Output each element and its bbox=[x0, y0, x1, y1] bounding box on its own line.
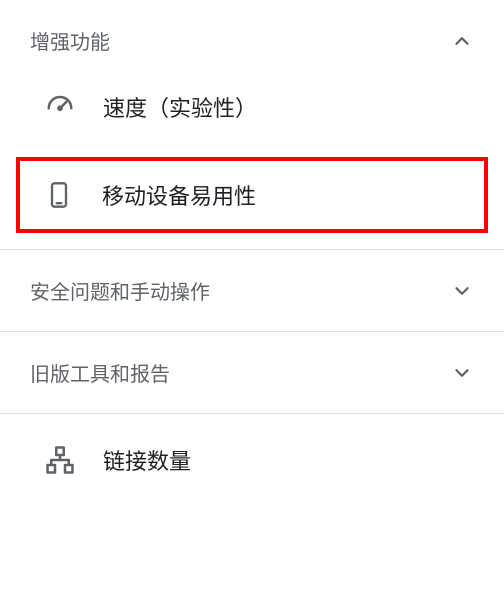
section-title: 增强功能 bbox=[30, 26, 110, 55]
section-title: 安全问题和手动操作 bbox=[30, 276, 210, 305]
section-legacy: 旧版工具和报告 bbox=[0, 332, 504, 414]
section-security: 安全问题和手动操作 bbox=[0, 250, 504, 332]
section-header-legacy[interactable]: 旧版工具和报告 bbox=[0, 332, 504, 413]
menu-item-speed[interactable]: 速度（实验性） bbox=[0, 81, 504, 153]
menu-item-mobile-usability[interactable]: 移动设备易用性 bbox=[44, 179, 474, 211]
chevron-down-icon bbox=[450, 361, 474, 385]
section-header-security[interactable]: 安全问题和手动操作 bbox=[0, 250, 504, 331]
menu-label: 移动设备易用性 bbox=[102, 179, 256, 211]
chevron-down-icon bbox=[450, 279, 474, 303]
sitemap-icon bbox=[45, 445, 75, 475]
menu-label: 速度（实验性） bbox=[103, 91, 257, 123]
section-header-enhancements[interactable]: 增强功能 bbox=[0, 0, 504, 81]
highlight-mobile-usability: 移动设备易用性 bbox=[16, 157, 488, 233]
menu-item-link-count[interactable]: 链接数量 bbox=[0, 414, 504, 506]
chevron-up-icon bbox=[450, 29, 474, 53]
menu-label: 链接数量 bbox=[103, 444, 191, 476]
section-links: 链接数量 bbox=[0, 414, 504, 506]
mobile-icon bbox=[44, 180, 74, 210]
section-title: 旧版工具和报告 bbox=[30, 358, 170, 387]
gauge-icon bbox=[45, 92, 75, 122]
section-enhancements: 增强功能 速度（实验性） 移动设备易用性 bbox=[0, 0, 504, 250]
